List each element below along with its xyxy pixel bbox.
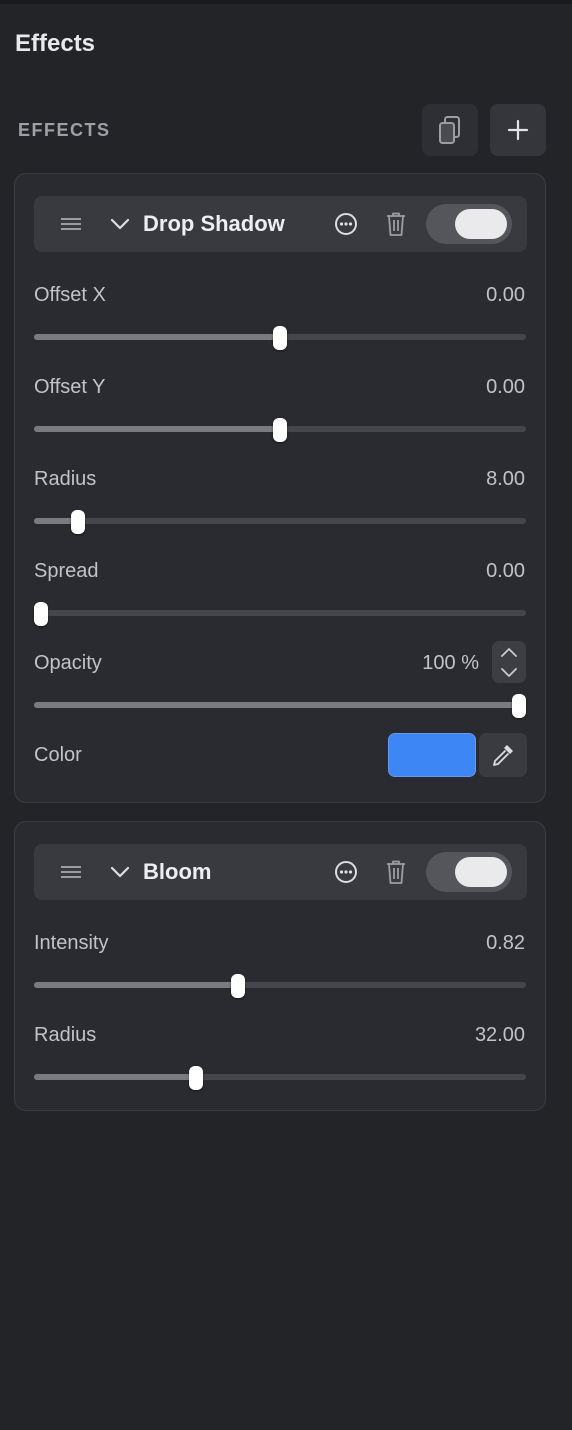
copy-icon [439, 116, 460, 144]
trash-icon[interactable] [384, 211, 408, 237]
param-label-offset-y: Offset Y [34, 376, 106, 398]
slider-offset-y[interactable] [34, 418, 526, 442]
toggle-knob [455, 209, 507, 239]
param-label-color: Color [34, 744, 82, 766]
add-effect-button[interactable] [490, 104, 546, 156]
param-label-intensity: Intensity [34, 932, 109, 954]
param-value-opacity[interactable]: 100 % [422, 652, 479, 675]
param-label-spread: Spread [34, 560, 99, 582]
chevron-down-icon[interactable] [110, 215, 130, 233]
chevron-down-icon[interactable] [110, 863, 130, 881]
eyedropper-button[interactable] [479, 733, 527, 777]
param-value-offset-y: 0.00 [486, 376, 525, 398]
drag-handle-icon[interactable] [60, 865, 82, 879]
stepper-down-button[interactable] [492, 662, 526, 683]
slider-radius[interactable] [34, 1066, 526, 1090]
param-label-opacity: Opacity [34, 652, 102, 674]
param-value-offset-x: 0.00 [486, 284, 525, 306]
slider-fill [34, 334, 280, 340]
more-options-icon[interactable] [334, 212, 358, 236]
effect-header: Drop Shadow [34, 196, 527, 252]
opacity-stepper[interactable] [492, 641, 526, 683]
color-swatch[interactable] [388, 733, 476, 777]
slider-offset-x[interactable] [34, 326, 526, 350]
drag-handle-icon[interactable] [60, 217, 82, 231]
slider-fill [34, 426, 280, 432]
slider-thumb[interactable] [512, 694, 526, 718]
slider-thumb[interactable] [188, 1066, 203, 1090]
param-label-radius: Radius [34, 468, 97, 490]
effect-card-bloom: Bloom Intensity 0.82 Radius 32.00 [14, 821, 546, 1111]
param-label-offset-x: Offset X [34, 284, 106, 306]
slider-track [34, 610, 526, 616]
trash-icon[interactable] [384, 859, 408, 885]
stepper-up-button[interactable] [492, 641, 526, 662]
effects-section-header: EFFECTS [18, 104, 546, 156]
param-label-radius: Radius [34, 1024, 97, 1046]
effect-header: Bloom [34, 844, 527, 900]
top-bar [0, 0, 572, 4]
toggle-knob [455, 857, 507, 887]
slider-thumb[interactable] [34, 602, 48, 626]
slider-intensity[interactable] [34, 974, 526, 998]
slider-thumb[interactable] [273, 326, 287, 350]
slider-thumb[interactable] [273, 418, 287, 442]
section-label: EFFECTS [18, 120, 111, 140]
page-title: Effects [15, 30, 96, 57]
eyedropper-icon [493, 745, 513, 766]
slider-opacity[interactable] [34, 694, 526, 718]
copy-effects-button[interactable] [422, 104, 478, 156]
chevron-down-icon [501, 667, 517, 677]
plus-icon [507, 119, 529, 141]
slider-radius[interactable] [34, 510, 526, 534]
param-value-intensity: 0.82 [486, 932, 525, 954]
slider-fill [34, 982, 239, 988]
param-value-spread: 0.00 [486, 560, 525, 582]
effect-name: Bloom [143, 859, 212, 884]
slider-thumb[interactable] [231, 974, 246, 998]
chevron-up-icon [501, 647, 517, 657]
effect-card-drop-shadow: Drop Shadow Offset X 0.00 Offset Y 0.00 … [14, 173, 546, 803]
effect-enabled-toggle[interactable] [426, 204, 512, 244]
effect-enabled-toggle[interactable] [426, 852, 512, 892]
more-options-icon[interactable] [334, 860, 358, 884]
slider-fill [34, 702, 519, 708]
slider-track [34, 518, 526, 524]
param-value-radius: 32.00 [474, 1024, 525, 1046]
slider-fill [34, 1074, 196, 1080]
slider-spread[interactable] [34, 602, 526, 626]
slider-thumb[interactable] [71, 510, 86, 534]
effect-name: Drop Shadow [143, 211, 285, 236]
param-value-radius: 8.00 [486, 468, 525, 490]
